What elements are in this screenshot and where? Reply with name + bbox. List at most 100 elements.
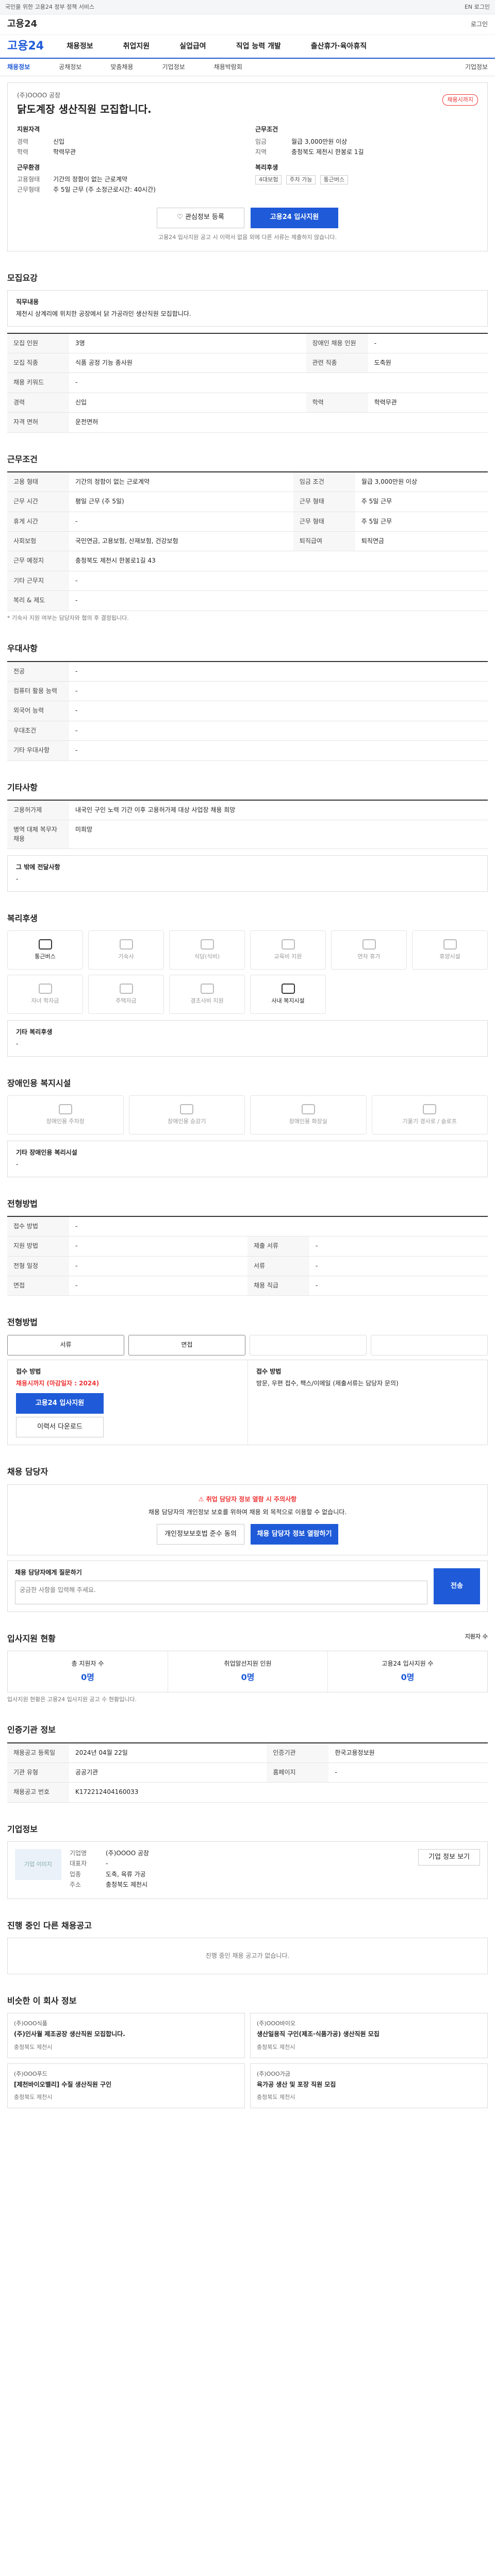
similar-job-card[interactable]: (주)OOO바이오 생산일용직 구인(제조·식품가공) 생산직원 모집 충청북도 제… bbox=[250, 2013, 488, 2058]
kv-key: 업종 bbox=[70, 1870, 81, 1878]
apply-button[interactable]: 고용24 입사지원 bbox=[251, 207, 338, 228]
welfare-card-label: 통근버스 bbox=[35, 953, 56, 960]
login-link[interactable]: 로그인 bbox=[471, 20, 488, 29]
section-heading: 채용 담당자 bbox=[7, 1467, 48, 1477]
welfare-card: 주택자금 bbox=[88, 974, 164, 1014]
disability-etc-box: 기타 장애인용 복리시설 - bbox=[7, 1140, 488, 1177]
disability-card: 장애인용 화장실 bbox=[250, 1095, 367, 1134]
stat-label: 고용24 입사지원 수 bbox=[382, 1659, 434, 1667]
building-icon bbox=[281, 983, 295, 994]
privacy-agree-button[interactable]: 개인정보보호법 준수 동의 bbox=[157, 1524, 244, 1545]
resume-download-button[interactable]: 이력서 다운로드 bbox=[16, 1417, 104, 1438]
similar-jobs: (주)OOO식품 (주)인사월 제조공장 생산직원 모집합니다. 충청북도 제천시 … bbox=[7, 2013, 488, 2108]
sub-nav: 채용정보 공채정보 맞춤채용 기업정보 채용박람회 기업정보 bbox=[0, 59, 495, 76]
td: 학력무관 bbox=[368, 393, 488, 413]
td: 신입 bbox=[69, 393, 306, 413]
inquiry-textarea[interactable] bbox=[15, 1580, 427, 1604]
kv-key: 학력 bbox=[17, 148, 29, 156]
welfare-etc-heading: 기타 복리후생 bbox=[16, 1028, 53, 1036]
section-heading: 진행 중인 다른 채용공고 bbox=[7, 1920, 92, 1930]
brand-name[interactable]: 고용24 bbox=[7, 18, 37, 31]
td: 내국인 구인 노력 기간 이후 고용허가제 대상 사업장 채용 희망 bbox=[69, 800, 488, 821]
welfare-card-label: 자녀 학자금 bbox=[31, 997, 59, 1004]
etc-message-text: - bbox=[16, 875, 19, 883]
warning-title-text: 취업 담당자 정보 열람 시 주의사항 bbox=[206, 1495, 297, 1503]
etc-message-heading: 그 밖에 전달사항 bbox=[16, 863, 60, 871]
apply-note: 고용24 입사지원 공고 시 이력서 없음 외에 다른 서류는 제출하지 않습니… bbox=[158, 233, 337, 241]
condition-footnote: * 기숙사 지원 여부는 담당자와 협의 후 결정됩니다. bbox=[7, 614, 129, 621]
gnb-item[interactable]: 실업급여 bbox=[179, 41, 206, 52]
welfare-heading: 복리후생 bbox=[255, 163, 278, 171]
td: 공공기관 bbox=[69, 1762, 267, 1783]
top-utility-text: 국민을 위한 고용24 정부 정책 서비스 bbox=[5, 3, 95, 10]
th: 모집 직종 bbox=[7, 353, 69, 374]
th: 임금 조건 bbox=[293, 471, 355, 493]
jc-company: (주)OOO식품 bbox=[14, 2020, 47, 2027]
th: 서류 bbox=[248, 1256, 309, 1277]
process-table: 접수 방법 - 지원 방법 - 제출 서류 - 전형 일정 - 서류 - 면접 - 채용 직급 - bbox=[7, 1215, 488, 1296]
stat-value: 0명 bbox=[81, 1672, 94, 1683]
meal-icon bbox=[200, 939, 214, 950]
kv-val: 주 5일 근무 (주 소정근로시간: 40시간) bbox=[53, 186, 156, 194]
company-name[interactable]: (주)OOOO 공장 bbox=[17, 91, 478, 100]
etc-table: 고용허가제 내국인 구인 노력 기간 이후 고용허가제 대상 사업장 채용 희망 … bbox=[7, 799, 488, 849]
th: 자격 면허 bbox=[7, 412, 69, 433]
similar-job-card[interactable]: (주)OOO가금 육가공 생산 및 포장 직원 모집 충청북도 제천시 bbox=[250, 2063, 488, 2108]
td: - bbox=[69, 701, 488, 721]
kv-val: 기간의 정함이 없는 근로계약 bbox=[53, 175, 127, 183]
td: - bbox=[69, 721, 488, 741]
gnb-item[interactable]: 채용정보 bbox=[67, 41, 93, 52]
td: - bbox=[309, 1276, 488, 1296]
th: 접수 방법 bbox=[7, 1216, 69, 1237]
inquiry-send-button[interactable]: 전송 bbox=[434, 1568, 480, 1604]
jc-location: 충청북도 제천시 bbox=[14, 2093, 53, 2100]
td: 운전면허 bbox=[69, 412, 488, 433]
info-table: 채용공고 등록일 2024년 04월 22일 인증기관 한국고용정보원 기관 유형 공공… bbox=[7, 1742, 488, 1803]
similar-job-card[interactable]: (주)OOO식품 (주)인사월 제조공장 생산직원 모집합니다. 충청북도 제천시 bbox=[7, 2013, 245, 2058]
similar-job-card[interactable]: (주)OOO푸드 [제천바이오밸리] 수질 생산직원 구인 충청북도 제천시 bbox=[7, 2063, 245, 2108]
subnav-item[interactable]: 채용정보 bbox=[7, 63, 30, 72]
company-info-button[interactable]: 기업 정보 보기 bbox=[418, 1849, 480, 1866]
view-contact-button[interactable]: 채용 담당자 정보 열람하기 bbox=[251, 1524, 338, 1545]
th: 홈페이지 bbox=[267, 1762, 329, 1783]
parking-icon bbox=[58, 1104, 72, 1114]
th: 사회보험 bbox=[7, 531, 69, 552]
education-icon bbox=[281, 939, 295, 950]
td: - bbox=[309, 1256, 488, 1277]
subnav-item[interactable]: 맞춤채용 bbox=[110, 63, 133, 72]
qual-heading: 지원자격 bbox=[17, 126, 40, 133]
welfare-card-label: 교육비 지원 bbox=[274, 953, 302, 960]
warning-title: ⚠ 취업 담당자 정보 열람 시 주의사항 bbox=[198, 1495, 297, 1503]
kv-val: 도축, 육류 가공 bbox=[106, 1870, 146, 1878]
welfare-card-label: 연차 휴가 bbox=[357, 953, 381, 960]
welfare-card: 식당(식비) bbox=[169, 930, 245, 970]
stat-label: 총 지원자 수 bbox=[71, 1659, 104, 1667]
subnav-item[interactable]: 채용박람회 bbox=[214, 63, 242, 72]
th: 근무 예정지 bbox=[7, 551, 69, 571]
section-heading: 전형방법 bbox=[7, 1317, 38, 1328]
th: 지원 방법 bbox=[7, 1236, 69, 1257]
th: 장애인 채용 인원 bbox=[306, 333, 368, 354]
jc-location: 충청북도 제천시 bbox=[14, 2043, 53, 2050]
apply-online-button[interactable]: 고용24 입사지원 bbox=[16, 1393, 104, 1414]
disability-card-label: 장애인용 승강기 bbox=[168, 1117, 206, 1125]
ramp-icon bbox=[423, 1104, 437, 1114]
site-logo[interactable]: 고용24 bbox=[7, 38, 44, 55]
subnav-last[interactable]: 기업정보 bbox=[465, 63, 488, 72]
apply-deadline: 채용시까지 (마감일자 : 2024) bbox=[16, 1380, 100, 1387]
th: 관련 직종 bbox=[306, 353, 368, 374]
welfare-card-label: 주택자금 bbox=[116, 997, 137, 1004]
save-interest-button[interactable]: ♡ 관심정보 등록 bbox=[157, 207, 244, 228]
duty-heading: 직무내용 bbox=[16, 298, 39, 306]
gnb-item[interactable]: 취업지원 bbox=[123, 41, 150, 52]
subnav-item[interactable]: 공채정보 bbox=[59, 63, 81, 72]
td: 2024년 04월 22일 bbox=[69, 1742, 267, 1764]
gnb-item[interactable]: 출산휴가·육아휴직 bbox=[311, 41, 367, 52]
inquiry-label: 채용 담당자에게 질문하기 bbox=[15, 1569, 82, 1577]
apply-box: 접수 방법 채용시까지 (마감일자 : 2024) 고용24 입사지원 이력서 … bbox=[7, 1359, 488, 1446]
disability-etc-text: - bbox=[16, 1161, 19, 1168]
jc-company: (주)OOO가금 bbox=[257, 2070, 290, 2077]
gnb-item[interactable]: 직업 능력 개발 bbox=[236, 41, 281, 52]
top-utility-right[interactable]: EN 로그인 bbox=[465, 3, 490, 11]
subnav-item[interactable]: 기업정보 bbox=[162, 63, 185, 72]
